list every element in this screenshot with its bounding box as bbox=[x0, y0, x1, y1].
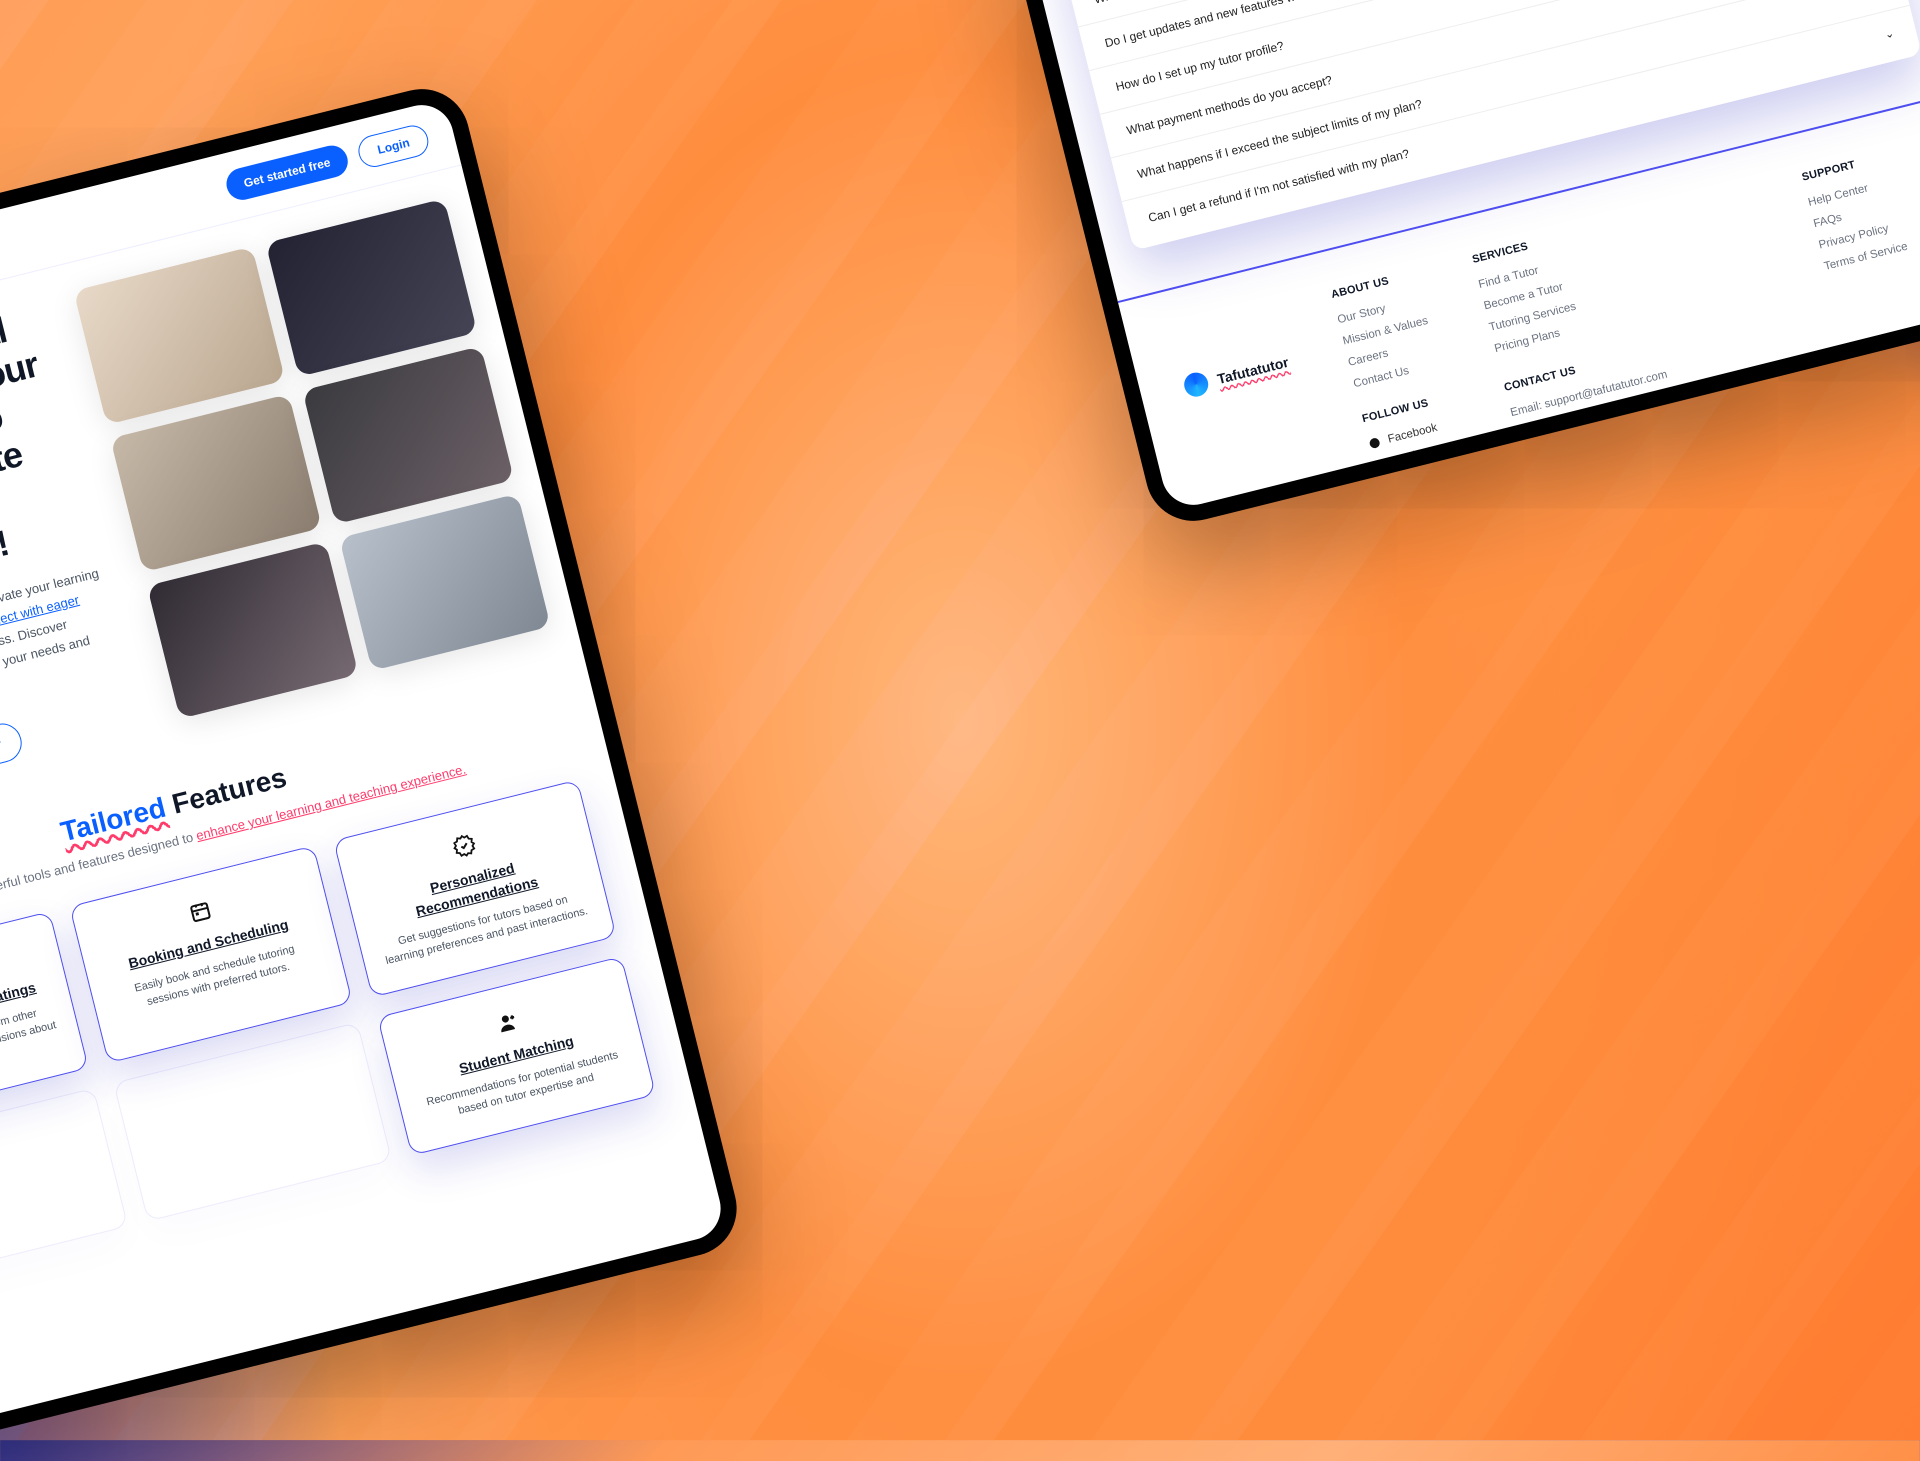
footer-link: x twitter bbox=[1392, 446, 1433, 467]
feature-card bbox=[113, 1022, 392, 1222]
footer-col-support: SUPPORT Help Center FAQs Privacy Policy … bbox=[1801, 151, 1912, 282]
get-started-free-button[interactable]: Get started free bbox=[223, 142, 352, 203]
hero-image bbox=[339, 493, 551, 671]
footer-heading-follow: FOLLOW US bbox=[1361, 392, 1449, 425]
twitter-icon bbox=[1373, 457, 1388, 472]
hero-headline-text: – Your Ultimate Gateway to bbox=[0, 344, 42, 514]
footer-brand: Tafutatutor bbox=[1182, 350, 1291, 399]
feature-card bbox=[0, 1087, 128, 1287]
hero-image bbox=[74, 246, 286, 424]
find-a-tutor-button[interactable]: Find a Tutor bbox=[0, 720, 26, 786]
hero-image bbox=[302, 346, 514, 524]
hero-image-grid bbox=[74, 201, 540, 719]
logo-icon bbox=[1182, 370, 1211, 399]
feature-card-booking: Booking and Scheduling Easily book and s… bbox=[69, 846, 353, 1064]
footer-heading-support: SUPPORT bbox=[1801, 151, 1887, 183]
footer-link: Facebook bbox=[1387, 422, 1439, 446]
footer-social-facebook[interactable]: Facebook bbox=[1367, 418, 1455, 451]
footer-brand-col: Tafutatutor bbox=[1170, 303, 1293, 406]
footer-brand-name: Tafutatutor bbox=[1216, 354, 1291, 387]
login-button[interactable]: Login bbox=[355, 122, 431, 170]
feature-card-recommendations: Personalized Recommendations Get suggest… bbox=[333, 780, 617, 998]
hero-image bbox=[147, 541, 359, 719]
feature-card-matching: Student Matching Recommendations for pot… bbox=[377, 956, 656, 1156]
chevron-down-icon: ⌄ bbox=[1883, 26, 1895, 41]
hero-image bbox=[110, 394, 322, 572]
footer-heading-about: ABOUT US bbox=[1330, 268, 1418, 301]
feature-desc: Read reviews and ratings from other stud… bbox=[0, 1001, 62, 1100]
facebook-icon bbox=[1367, 436, 1382, 451]
hero-image bbox=[265, 199, 477, 377]
